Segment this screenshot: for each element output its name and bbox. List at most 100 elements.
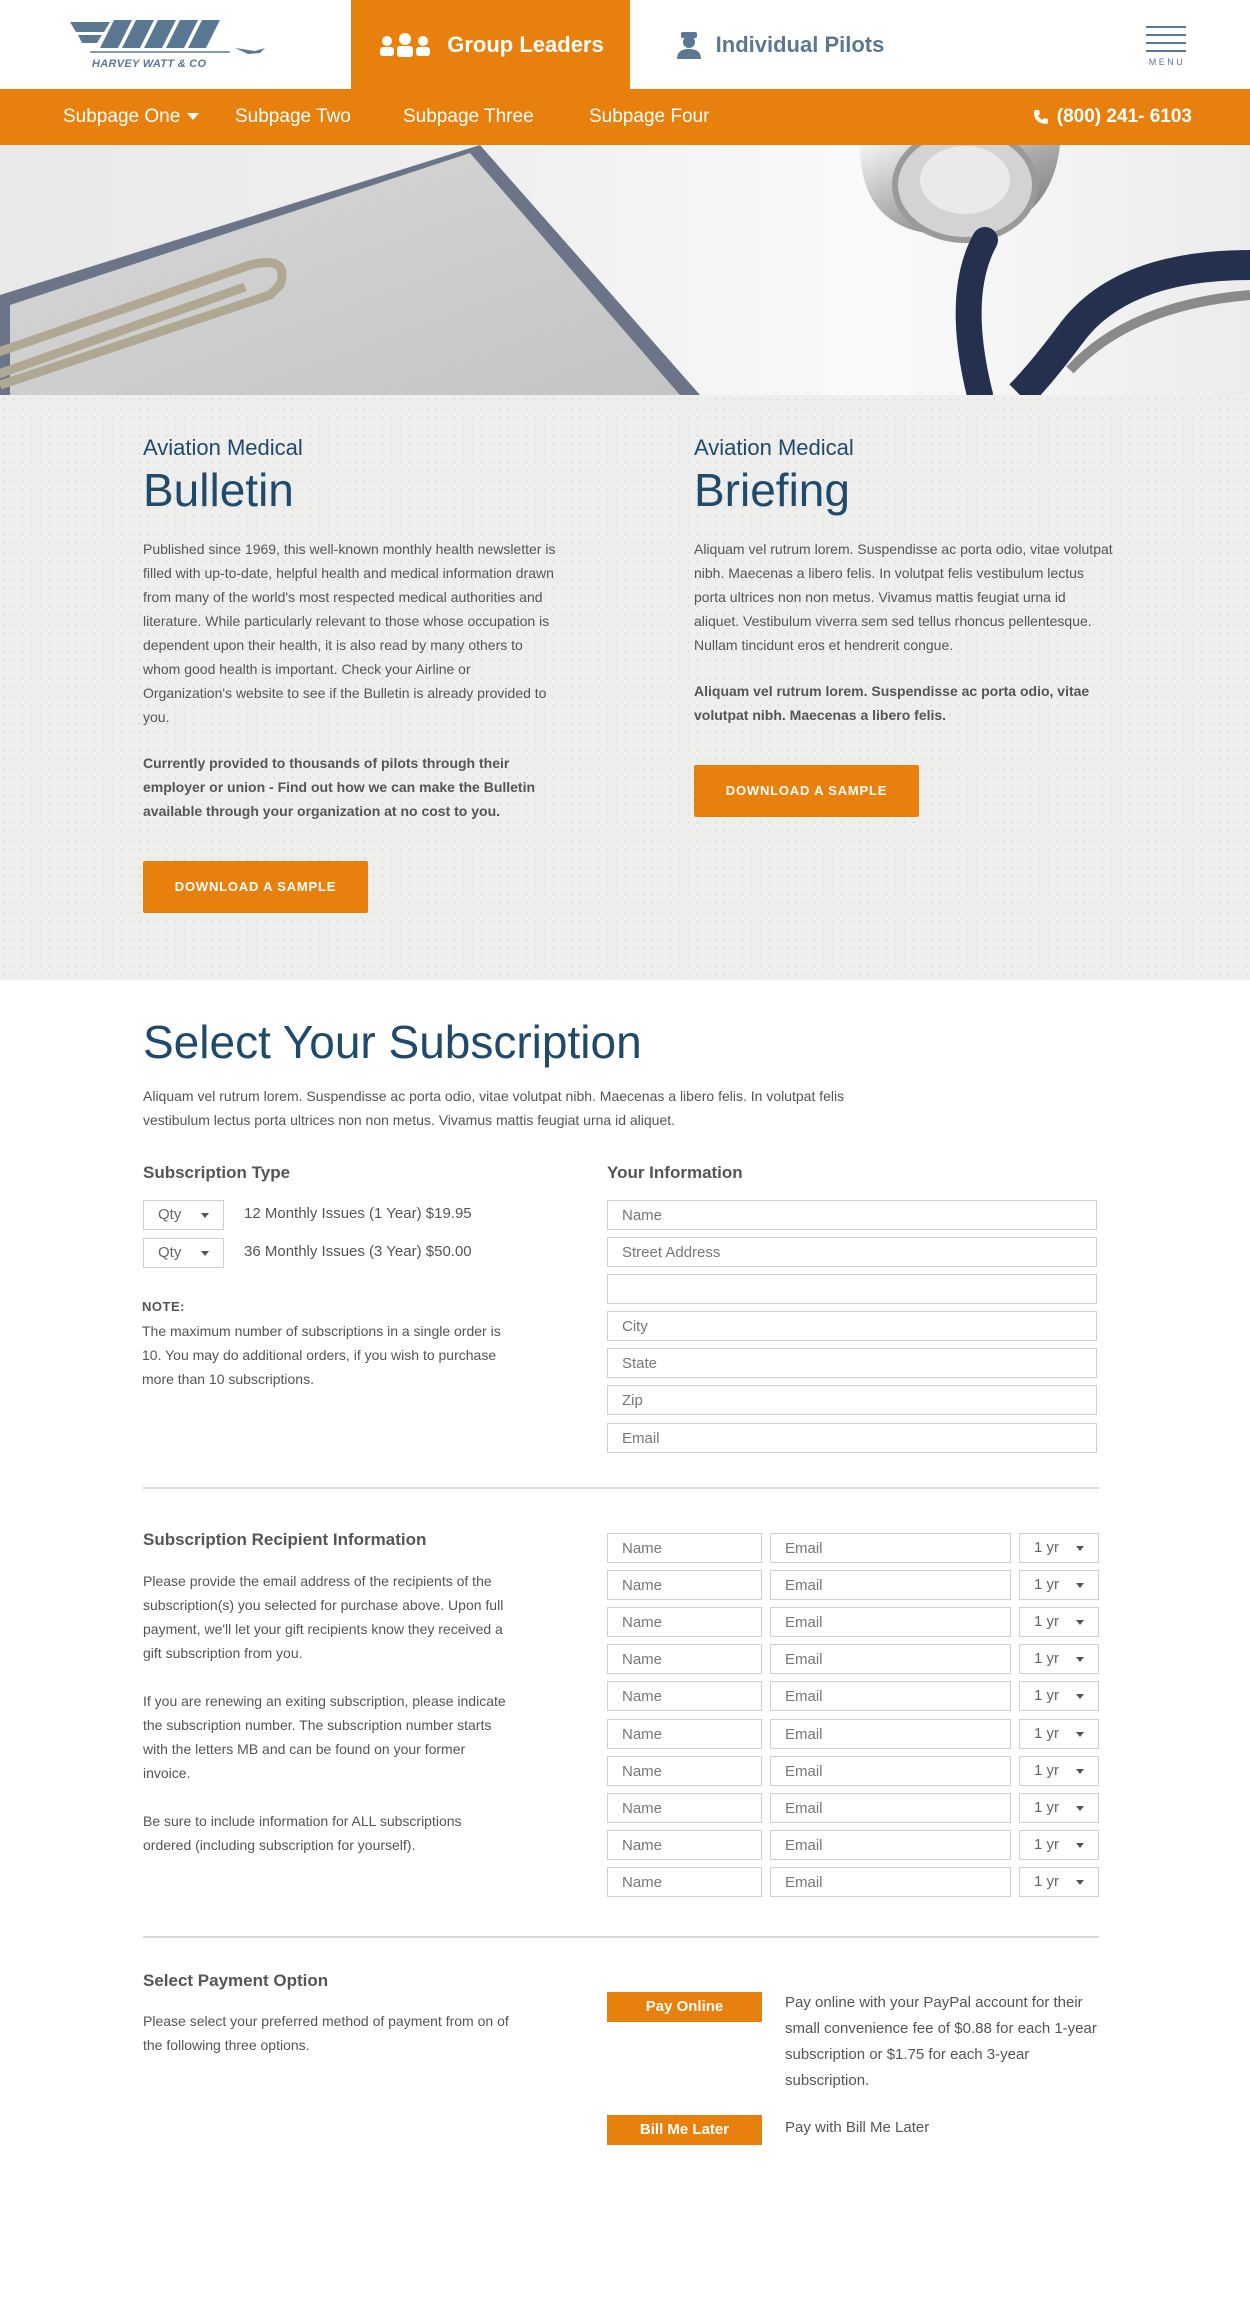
recipient-name-field[interactable] [607, 1719, 762, 1749]
name-field[interactable] [607, 1200, 1097, 1230]
recipient-name-field[interactable] [607, 1644, 762, 1674]
recipient-name-field[interactable] [607, 1830, 762, 1860]
recipient-term-select[interactable]: 1 yr [1019, 1533, 1099, 1563]
recipient-term-select[interactable]: 1 yr [1019, 1681, 1099, 1711]
caret-down-icon [201, 1213, 209, 1218]
recipient-info-title: Subscription Recipient Information [143, 1530, 427, 1549]
recipient-term-select[interactable]: 1 yr [1019, 1793, 1099, 1823]
chevron-down-icon [187, 113, 200, 121]
qty-value: Qty [158, 1244, 182, 1261]
nav-item-subpage-three[interactable]: Subpage Three [403, 89, 534, 145]
recipient-term-select[interactable]: 1 yr [1019, 1644, 1099, 1674]
hw-logo-mark [70, 20, 265, 54]
bulletin-download-button[interactable]: DOWNLOAD A SAMPLE [143, 861, 368, 913]
recipient-term-select[interactable]: 1 yr [1019, 1570, 1099, 1600]
briefing-description: Aliquam vel rutrum lorem. Suspendisse ac… [694, 541, 1113, 653]
briefing-column: Aviation Medical Briefing Aliquam vel ru… [694, 435, 1114, 817]
hamburger-line [1146, 50, 1186, 52]
street-address-field[interactable] [607, 1237, 1097, 1267]
phone-number[interactable]: (800) 241- 6103 [1033, 89, 1192, 145]
term-value: 1 yr [1034, 1725, 1060, 1742]
top-header: HARVEY WATT & CO Group Leaders Individua… [0, 0, 1250, 89]
recipient-term-select[interactable]: 1 yr [1019, 1607, 1099, 1637]
caret-down-icon [1076, 1806, 1084, 1811]
briefing-download-button[interactable]: DOWNLOAD A SAMPLE [694, 765, 919, 817]
caret-down-icon [1076, 1769, 1084, 1774]
note-text: The maximum number of subscriptions in a… [142, 1323, 501, 1387]
pay-online-button[interactable]: Pay Online [607, 1992, 762, 2022]
caret-down-icon [1076, 1880, 1084, 1885]
recipient-email-field[interactable] [770, 1867, 1011, 1897]
phone-icon [1033, 110, 1048, 124]
recipient-term-select[interactable]: 1 yr [1019, 1756, 1099, 1786]
recipient-name-field[interactable] [607, 1681, 762, 1711]
term-value: 1 yr [1034, 1799, 1060, 1816]
term-value: 1 yr [1034, 1539, 1060, 1556]
bill-me-later-button[interactable]: Bill Me Later [607, 2115, 762, 2145]
option-label-3-year: 36 Monthly Issues (3 Year) $50.00 [244, 1243, 472, 1260]
recipient-email-field[interactable] [770, 1681, 1011, 1711]
recipient-name-field[interactable] [607, 1756, 762, 1786]
pilot-icon [676, 31, 702, 59]
caret-down-icon [1076, 1732, 1084, 1737]
phone-label: (800) 241- 6103 [1056, 106, 1192, 127]
subscription-type-label: Subscription Type [143, 1163, 291, 1182]
publications-section: Aviation Medical Bulletin Published sinc… [0, 395, 1250, 980]
nav-item-subpage-four[interactable]: Subpage Four [589, 89, 709, 145]
recipient-email-field[interactable] [770, 1830, 1011, 1860]
qty-select-1-year[interactable]: Qty [143, 1200, 224, 1230]
recipient-term-select[interactable]: 1 yr [1019, 1867, 1099, 1897]
briefing-highlight: Aliquam vel rutrum lorem. Suspendisse ac… [694, 683, 1090, 723]
bulletin-column: Aviation Medical Bulletin Published sinc… [143, 435, 563, 913]
company-logo[interactable]: HARVEY WATT & CO [70, 18, 275, 72]
state-field[interactable] [607, 1348, 1097, 1378]
recipient-email-field[interactable] [770, 1756, 1011, 1786]
recipient-email-field[interactable] [770, 1533, 1011, 1563]
email-field[interactable] [607, 1423, 1097, 1453]
hamburger-line [1146, 26, 1186, 28]
recipient-email-field[interactable] [770, 1607, 1011, 1637]
briefing-eyebrow: Aviation Medical [694, 435, 854, 460]
recipient-name-field[interactable] [607, 1793, 762, 1823]
zip-field[interactable] [607, 1385, 1097, 1415]
tab-group-leaders[interactable]: Group Leaders [351, 0, 630, 89]
bulletin-highlight: Currently provided to thousands of pilot… [143, 755, 536, 819]
payment-title: Select Payment Option [143, 1971, 329, 1990]
option-label-1-year: 12 Monthly Issues (1 Year) $19.95 [244, 1205, 472, 1222]
clipboard-stethoscope-image [0, 145, 1250, 395]
recipient-name-field[interactable] [607, 1533, 762, 1563]
menu-button[interactable]: MENU [1140, 22, 1188, 70]
city-field[interactable] [607, 1311, 1097, 1341]
recipient-email-field[interactable] [770, 1570, 1011, 1600]
recipient-term-select[interactable]: 1 yr [1019, 1830, 1099, 1860]
nav-label: Subpage One [63, 106, 181, 127]
recipient-email-field[interactable] [770, 1719, 1011, 1749]
recipient-name-field[interactable] [607, 1570, 762, 1600]
tab-individual-pilots[interactable]: Individual Pilots [630, 0, 930, 89]
recipient-term-select[interactable]: 1 yr [1019, 1719, 1099, 1749]
pay-online-description: Pay online with your PayPal account for … [785, 1994, 1097, 2089]
caret-down-icon [201, 1251, 209, 1256]
section-divider [143, 1936, 1099, 1938]
include-all-instructions: Be sure to include information for ALL s… [143, 1813, 462, 1853]
hamburger-line [1146, 34, 1186, 36]
subscription-title: Select Your Subscription [143, 1016, 642, 1068]
address-line-2-field[interactable] [607, 1274, 1097, 1304]
recipient-name-field[interactable] [607, 1867, 762, 1897]
term-value: 1 yr [1034, 1613, 1060, 1630]
tab-label: Group Leaders [447, 31, 604, 57]
nav-item-subpage-one[interactable]: Subpage One [63, 89, 200, 145]
your-information-label: Your Information [607, 1163, 743, 1182]
caret-down-icon [1076, 1583, 1084, 1588]
recipient-name-field[interactable] [607, 1607, 762, 1637]
recipient-email-field[interactable] [770, 1793, 1011, 1823]
nav-item-subpage-two[interactable]: Subpage Two [235, 89, 351, 145]
qty-select-3-year[interactable]: Qty [143, 1238, 224, 1268]
bill-me-later-description: Pay with Bill Me Later [785, 2119, 930, 2136]
group-icon [377, 32, 433, 58]
briefing-title: Briefing [694, 464, 850, 516]
term-value: 1 yr [1034, 1836, 1060, 1853]
nav-label: Subpage Three [403, 106, 534, 127]
recipient-email-field[interactable] [770, 1644, 1011, 1674]
hamburger-line [1146, 42, 1186, 44]
